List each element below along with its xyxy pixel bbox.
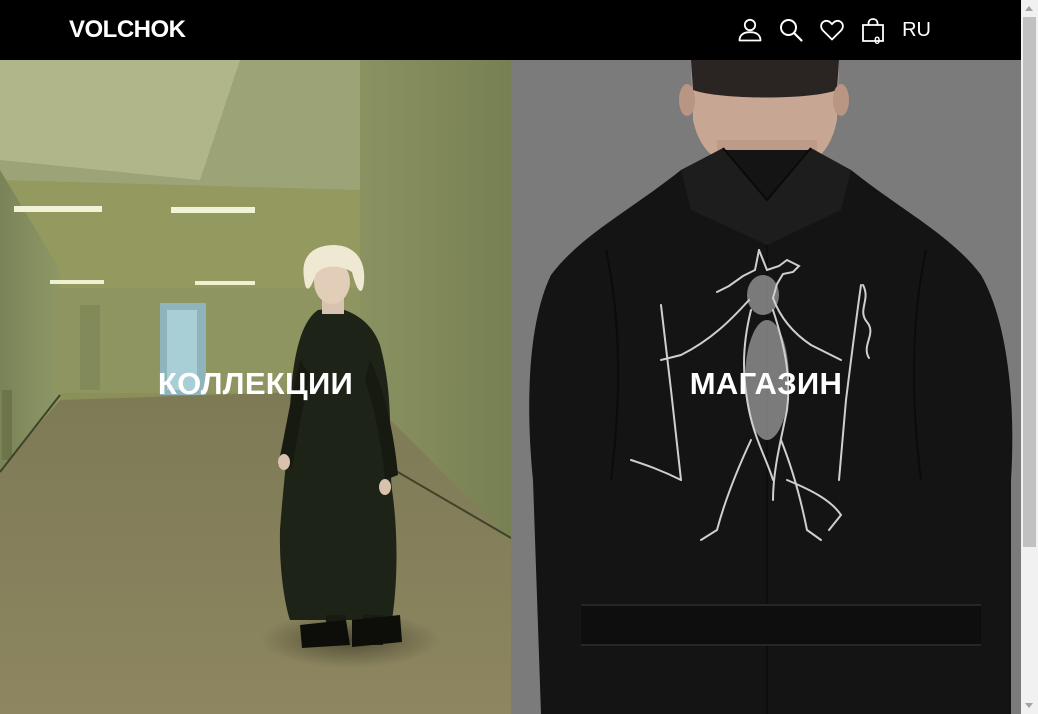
cart-count-badge: 0 — [874, 35, 881, 47]
header-actions: 0 RU — [722, 0, 931, 60]
user-icon — [738, 18, 762, 42]
collections-link[interactable]: КОЛЛЕКЦИИ — [0, 364, 511, 404]
vertical-scrollbar[interactable] — [1021, 0, 1038, 714]
wishlist-button[interactable] — [819, 17, 845, 43]
cart-icon — [862, 18, 885, 42]
scroll-up-icon[interactable] — [1025, 6, 1033, 11]
search-button[interactable] — [778, 17, 804, 43]
heart-icon — [820, 19, 844, 41]
site-logo[interactable]: VOLCHOK — [69, 15, 186, 45]
scroll-down-icon[interactable] — [1025, 703, 1033, 708]
shop-panel[interactable]: МАГАЗИН — [511, 60, 1021, 714]
search-icon — [780, 19, 803, 42]
shop-link[interactable]: МАГАЗИН — [511, 364, 1021, 404]
page-viewport: VOLCHOK 0 RU КОЛЛЕКЦИИ МАГАЗИН — [0, 0, 1021, 714]
site-header: VOLCHOK 0 RU — [0, 0, 1021, 60]
scroll-thumb[interactable] — [1023, 17, 1036, 547]
account-button[interactable] — [737, 17, 763, 43]
collections-panel[interactable]: КОЛЛЕКЦИИ — [0, 60, 511, 714]
cart-button[interactable]: 0 — [860, 17, 886, 47]
language-switcher[interactable]: RU — [902, 20, 931, 40]
